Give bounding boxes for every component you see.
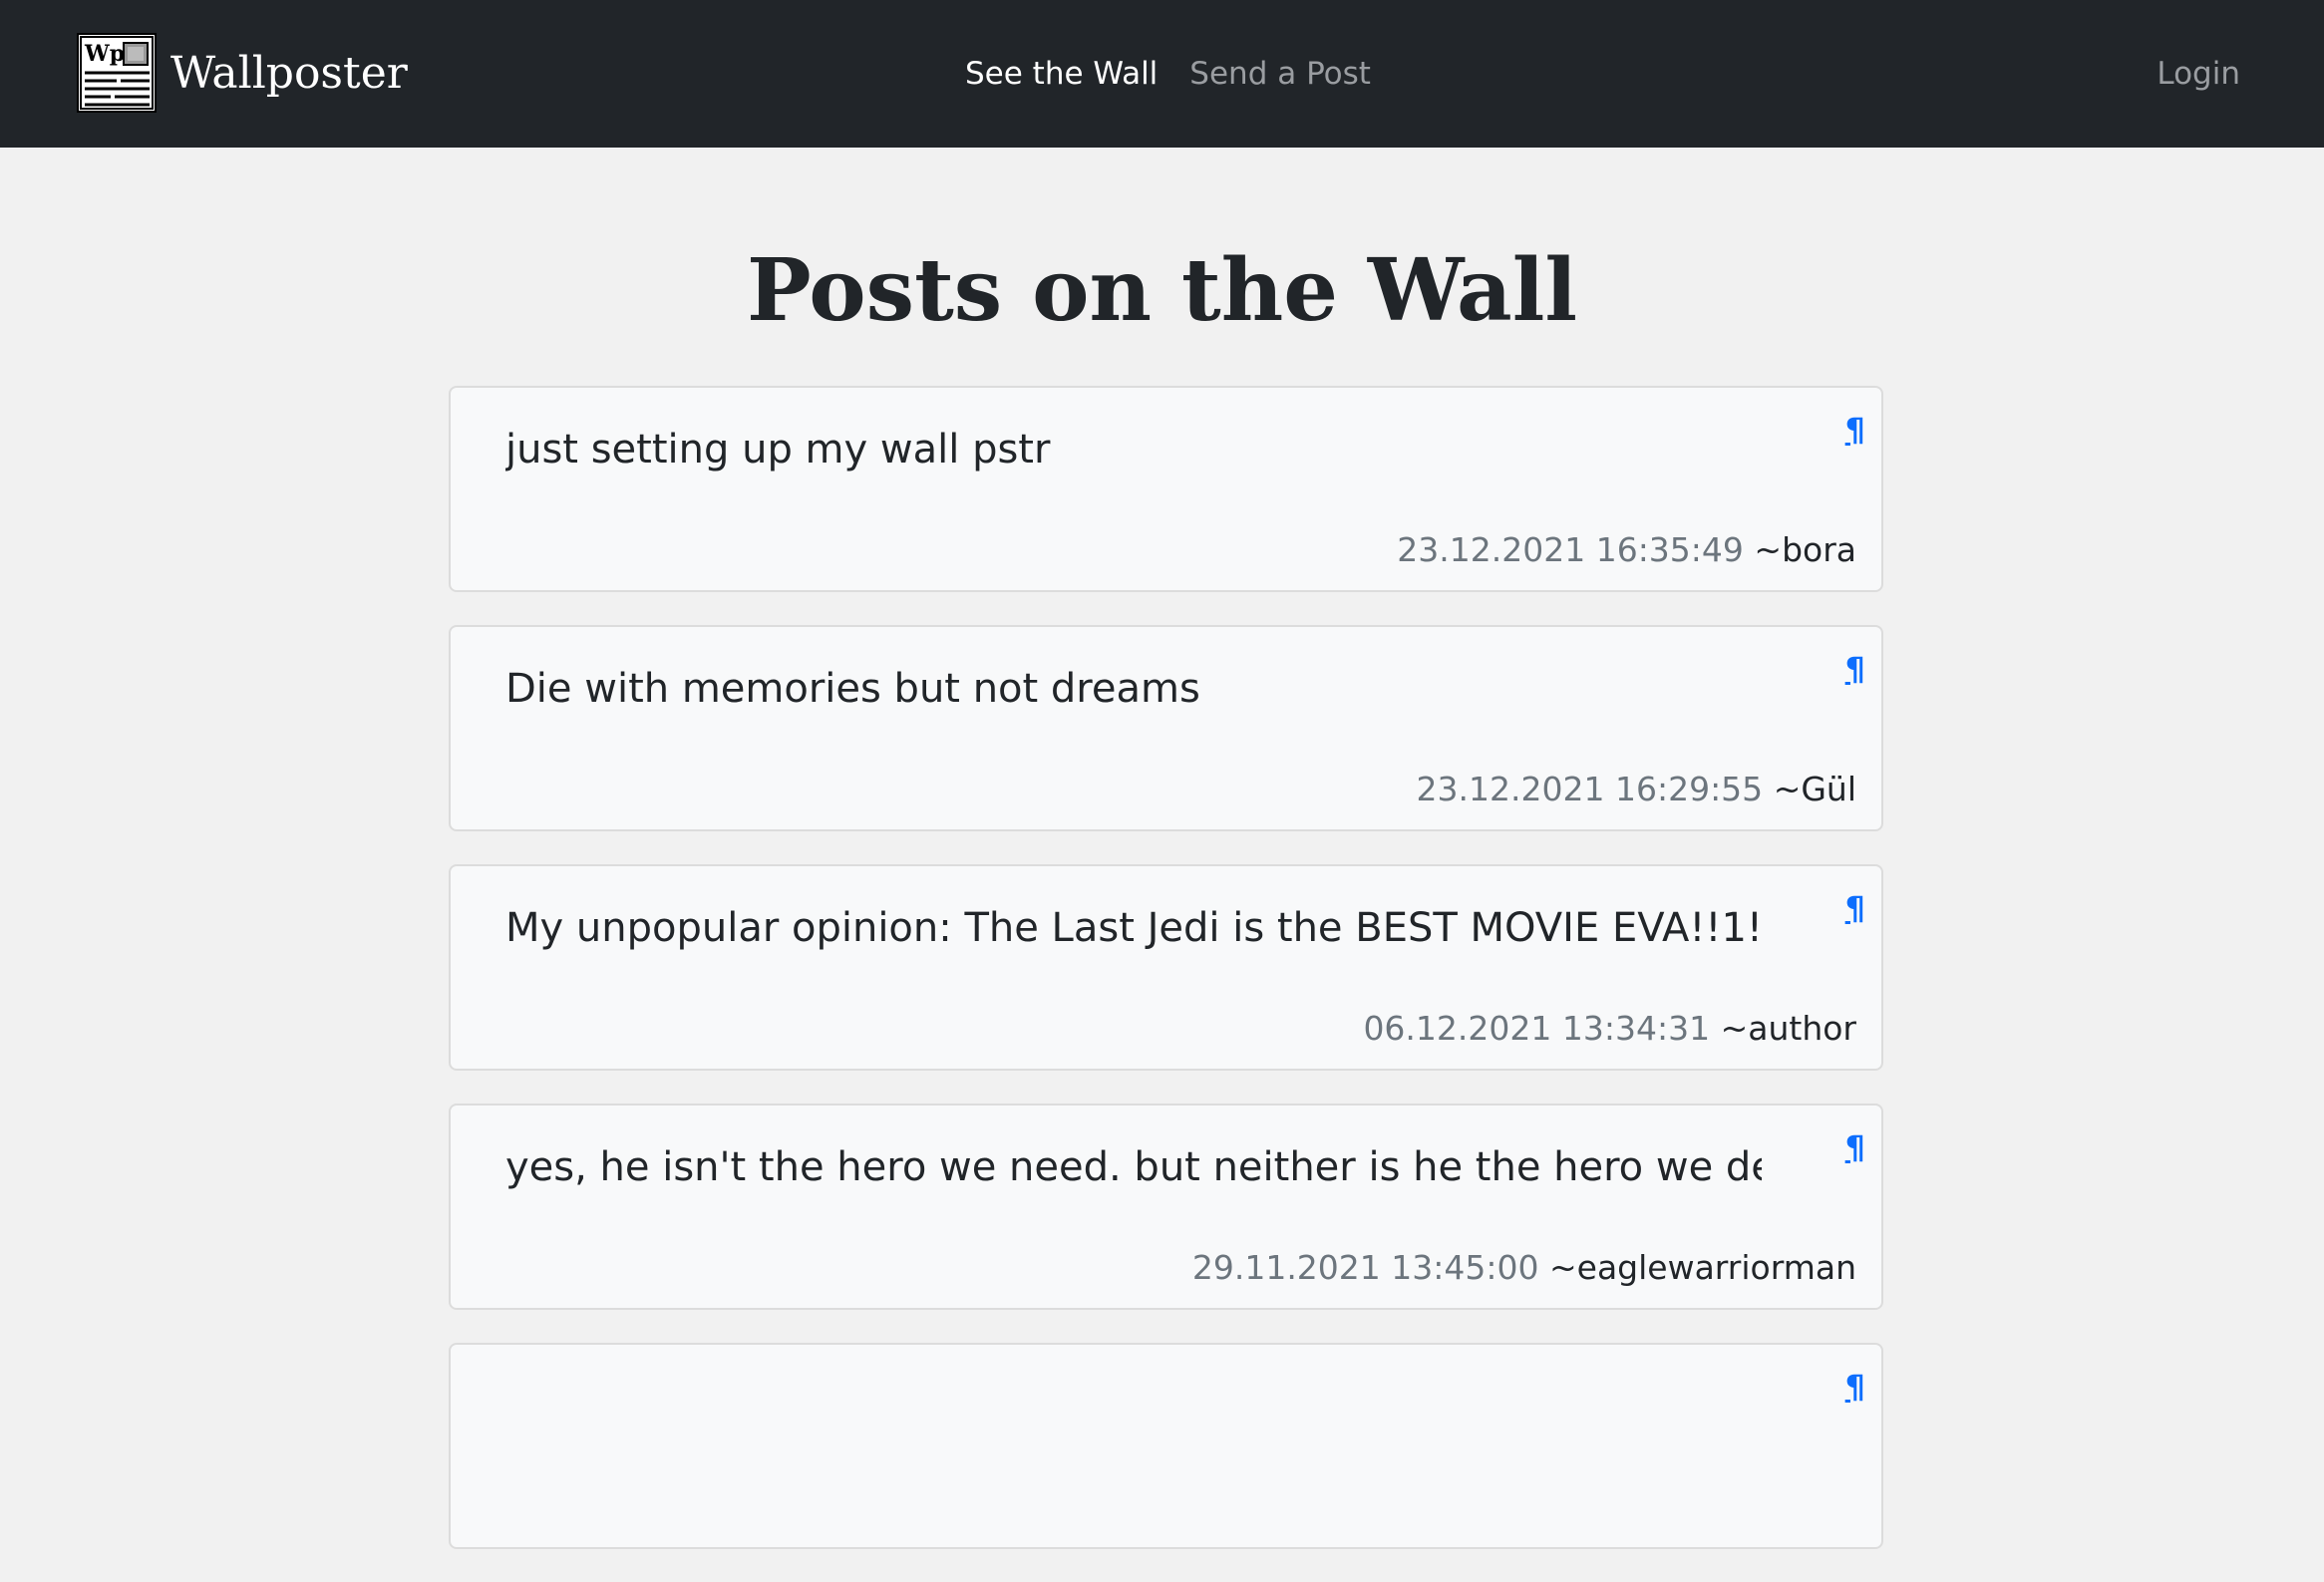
- nav-links: See the Wall Send a Post: [965, 0, 1403, 148]
- post-card: yes, he isn't the hero we need. but neit…: [449, 1104, 1883, 1310]
- post-date: 23.12.2021 16:29:55: [1416, 770, 1764, 808]
- post-meta: 29.11.2021 13:45:00 ~eaglewarriorman: [1192, 1246, 1856, 1290]
- nav-send-a-post[interactable]: Send a Post: [1189, 56, 1371, 92]
- post-author: ~bora: [1754, 530, 1856, 569]
- post-text: just setting up my wall pstr: [505, 427, 1051, 473]
- permalink-icon[interactable]: ¶: [1845, 888, 1865, 928]
- post-card: Die with memories but not dreams ¶ 23.12…: [449, 625, 1883, 831]
- svg-text:Wp: Wp: [84, 41, 125, 67]
- post-date: 06.12.2021 13:34:31: [1363, 1009, 1711, 1048]
- permalink-icon[interactable]: ¶: [1845, 1367, 1865, 1407]
- permalink-icon[interactable]: ¶: [1845, 1127, 1865, 1167]
- permalink-icon[interactable]: ¶: [1845, 410, 1865, 450]
- post-card: just setting up my wall pstr ¶ 23.12.202…: [449, 386, 1883, 592]
- post-meta: 23.12.2021 16:29:55 ~Gül: [1417, 768, 1856, 811]
- brand-link[interactable]: Wp Wallposter: [77, 30, 408, 116]
- post-author: ~author: [1720, 1009, 1856, 1048]
- post-card: ¶: [449, 1343, 1883, 1549]
- post-card: My unpopular opinion: The Last Jedi is t…: [449, 864, 1883, 1071]
- post-author: ~Gül: [1773, 770, 1856, 808]
- brand-name: Wallposter: [170, 47, 408, 99]
- post-date: 23.12.2021 16:35:49: [1397, 530, 1744, 569]
- posts-list: just setting up my wall pstr ¶ 23.12.202…: [449, 386, 1883, 1582]
- post-meta: 06.12.2021 13:34:31 ~author: [1363, 1007, 1856, 1051]
- nav-see-the-wall[interactable]: See the Wall: [965, 56, 1158, 92]
- page-title: Posts on the Wall: [746, 240, 1578, 341]
- post-text: Die with memories but not dreams: [505, 666, 1200, 712]
- post-text: My unpopular opinion: The Last Jedi is t…: [505, 905, 1762, 951]
- post-text: yes, he isn't the hero we need. but neit…: [505, 1144, 1762, 1190]
- wallposter-logo-icon: Wp: [77, 33, 157, 113]
- top-navbar: Wp Wallposter See the Wall Send a Post L…: [0, 0, 2324, 148]
- post-date: 29.11.2021 13:45:00: [1191, 1248, 1539, 1287]
- login-link[interactable]: Login: [2157, 0, 2240, 148]
- post-author: ~eaglewarriorman: [1549, 1248, 1856, 1287]
- permalink-icon[interactable]: ¶: [1845, 649, 1865, 689]
- post-meta: 23.12.2021 16:35:49 ~bora: [1397, 528, 1856, 572]
